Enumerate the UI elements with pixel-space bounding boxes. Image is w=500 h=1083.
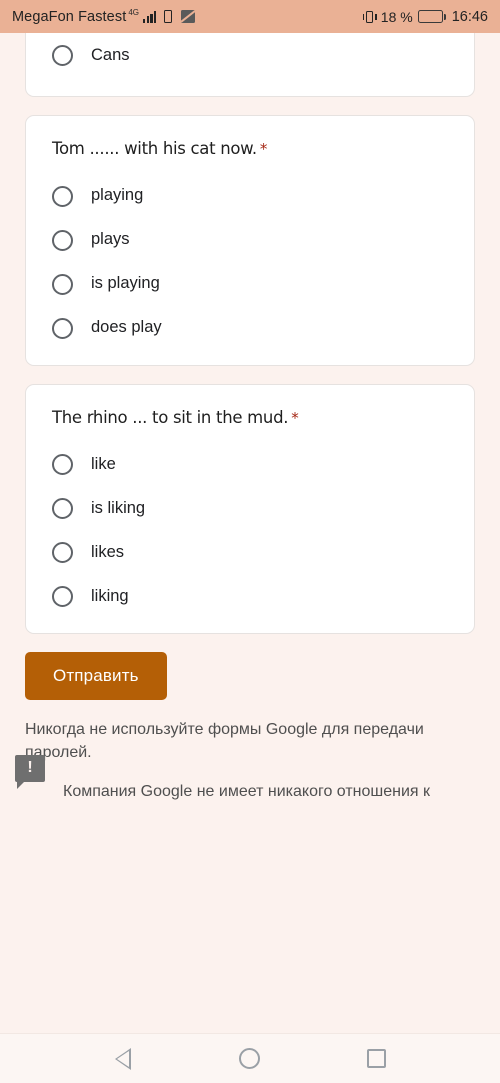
- status-bar-right: 18 % 16:46: [362, 8, 488, 25]
- radio-option-plays[interactable]: plays: [52, 229, 448, 251]
- option-label: liking: [91, 586, 129, 605]
- submit-button[interactable]: Отправить: [25, 652, 167, 700]
- option-label: is playing: [91, 274, 160, 293]
- radio-button-icon[interactable]: [52, 317, 73, 339]
- radio-option-is-liking[interactable]: is liking: [52, 498, 448, 519]
- question-text: The rhino ... to sit in the mud.: [52, 407, 289, 427]
- form-scroll-area[interactable]: Cans Tom ...... with his cat now. * playi…: [0, 33, 500, 1033]
- network-type-label: 4G: [128, 8, 139, 17]
- radio-button-icon[interactable]: [52, 229, 73, 251]
- option-label: is liking: [91, 498, 146, 517]
- question-title: The rhino ... to sit in the mud. *: [52, 407, 448, 429]
- question-card-clipped: Cans: [25, 33, 475, 97]
- radio-button-icon[interactable]: [52, 45, 73, 66]
- required-asterisk: *: [259, 140, 268, 158]
- question-card-rhino: The rhino ... to sit in the mud. * like i…: [25, 383, 475, 634]
- question-card-tom: Tom ...... with his cat now. * playing pl…: [25, 115, 475, 366]
- option-label: does play: [91, 318, 162, 337]
- radio-option-liking[interactable]: liking: [52, 586, 448, 607]
- battery-percent-label: 18 %: [380, 8, 413, 25]
- battery-icon: [417, 10, 446, 23]
- clock-label: 16:46: [451, 8, 488, 25]
- nav-back-button[interactable]: [100, 1036, 146, 1082]
- radio-button-icon[interactable]: [52, 185, 73, 207]
- radio-option-like[interactable]: like: [52, 454, 448, 475]
- radio-option-cans[interactable]: Cans: [52, 45, 448, 66]
- option-label: likes: [91, 542, 125, 561]
- radio-button-icon[interactable]: [52, 273, 73, 295]
- required-asterisk: *: [291, 408, 299, 427]
- report-flag-icon[interactable]: !: [15, 755, 45, 789]
- signal-bars-icon: [143, 10, 157, 23]
- submit-row: Отправить: [25, 652, 475, 700]
- question-text: Tom ...... with his cat now.: [52, 139, 257, 158]
- nav-recents-button[interactable]: [354, 1036, 400, 1082]
- password-warning-text: Никогда не используйте формы Google для …: [25, 721, 424, 761]
- carrier-label: MegaFon Fastest: [12, 8, 127, 25]
- back-icon: [115, 1047, 132, 1070]
- option-label: Cans: [91, 45, 130, 64]
- status-bar-left: MegaFon Fastest 4G: [12, 8, 363, 25]
- sim-card-icon: [164, 10, 173, 23]
- google-disclaimer-text: Компания Google не имеет никакого отноше…: [63, 783, 431, 801]
- recents-icon: [367, 1049, 387, 1068]
- radio-option-is-playing[interactable]: is playing: [52, 273, 448, 295]
- radio-button-icon[interactable]: [52, 498, 73, 519]
- radio-option-does-play[interactable]: does play: [52, 317, 448, 339]
- android-navigation-bar: [0, 1033, 500, 1083]
- radio-button-icon[interactable]: [52, 586, 73, 607]
- radio-option-playing[interactable]: playing: [52, 185, 448, 207]
- phone-screen: MegaFon Fastest 4G 18 % 16:46 Cans Tom .…: [0, 0, 500, 1083]
- status-bar: MegaFon Fastest 4G 18 % 16:46: [0, 0, 500, 33]
- option-label: plays: [91, 230, 130, 249]
- radio-button-icon[interactable]: [52, 542, 73, 563]
- no-photo-icon: [181, 10, 196, 23]
- home-icon: [239, 1048, 261, 1069]
- radio-option-likes[interactable]: likes: [52, 542, 448, 563]
- option-label: like: [91, 454, 116, 473]
- question-title: Tom ...... with his cat now. *: [52, 138, 448, 160]
- vibrate-icon: [362, 10, 377, 24]
- radio-button-icon[interactable]: [52, 454, 73, 475]
- form-footer: Никогда не используйте формы Google для …: [15, 719, 475, 804]
- nav-home-button[interactable]: [227, 1036, 273, 1082]
- option-label: playing: [91, 186, 144, 205]
